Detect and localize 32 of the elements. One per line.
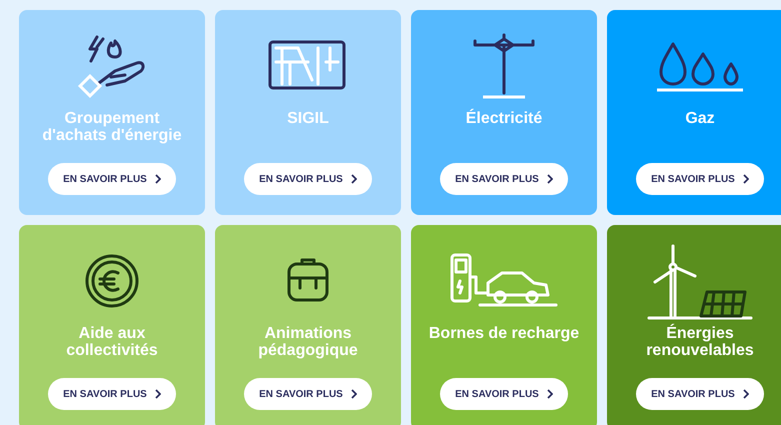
hand-energy-icon — [77, 33, 147, 99]
card-title: Énergies renouvelables — [645, 325, 755, 359]
learn-more-button[interactable]: EN SAVOIR PLUS — [244, 163, 372, 195]
chevron-right-icon — [546, 389, 553, 399]
learn-more-button[interactable]: EN SAVOIR PLUS — [48, 378, 176, 410]
learn-more-button[interactable]: EN SAVOIR PLUS — [636, 163, 764, 195]
card-title: Groupement d'achats d'énergie — [41, 110, 183, 144]
wind-turbine-solar-panel-icon — [647, 242, 753, 320]
card-title: SIGIL — [286, 110, 330, 127]
chevron-right-icon — [546, 174, 553, 184]
learn-more-button[interactable]: EN SAVOIR PLUS — [244, 378, 372, 410]
power-pylon-icon — [471, 31, 537, 101]
chevron-right-icon — [350, 174, 357, 184]
learn-more-button[interactable]: EN SAVOIR PLUS — [440, 378, 568, 410]
chevron-right-icon — [154, 389, 161, 399]
ev-charger-car-icon — [448, 253, 560, 309]
learn-more-button[interactable]: EN SAVOIR PLUS — [636, 378, 764, 410]
map-icon — [268, 40, 348, 92]
card-title: Gaz — [684, 110, 716, 127]
backpack-icon — [286, 258, 330, 304]
card-title: Animations pédagogique — [257, 325, 359, 359]
euro-coin-icon — [84, 253, 140, 309]
card-title: Aide aux collectivités — [65, 325, 159, 359]
chevron-right-icon — [154, 174, 161, 184]
card-title: Électricité — [464, 110, 544, 127]
card-title: Bornes de recharge — [428, 325, 580, 342]
gas-flames-icon — [655, 40, 745, 92]
chevron-right-icon — [350, 389, 357, 399]
learn-more-button[interactable]: EN SAVOIR PLUS — [440, 163, 568, 195]
learn-more-button[interactable]: EN SAVOIR PLUS — [48, 163, 176, 195]
chevron-right-icon — [742, 174, 749, 184]
chevron-right-icon — [742, 389, 749, 399]
